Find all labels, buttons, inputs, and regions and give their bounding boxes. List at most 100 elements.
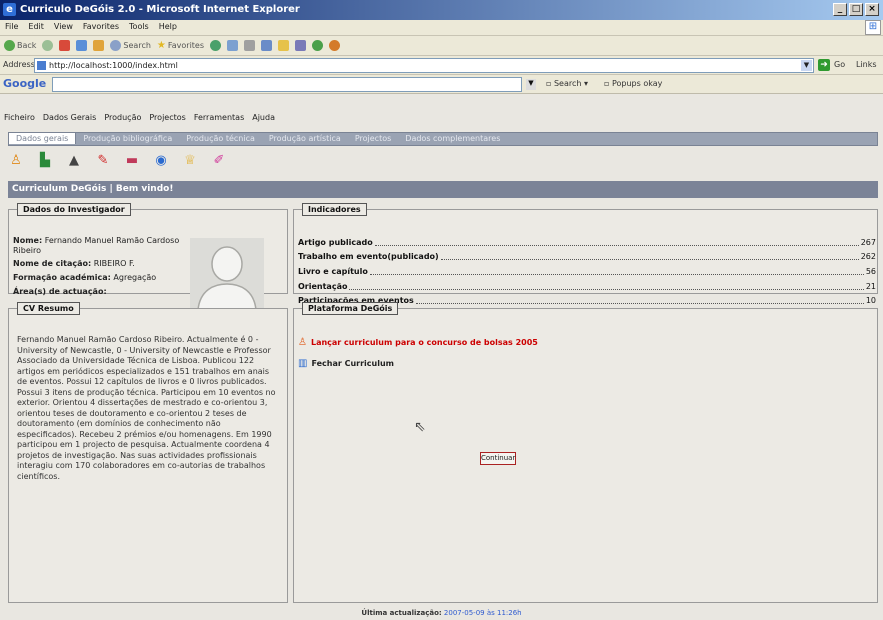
- close-icon[interactable]: ×: [865, 3, 879, 16]
- graduation-icon[interactable]: ▲: [66, 153, 82, 169]
- menu-view[interactable]: View: [49, 20, 78, 33]
- app-menu-projectos[interactable]: Projectos: [145, 111, 189, 124]
- discuss-icon: [295, 40, 307, 51]
- section-tabs: Dados gerais Produção bibliográfica Produç…: [8, 132, 878, 146]
- favorites-button[interactable]: ★ Favorites: [157, 40, 204, 51]
- minimize-icon[interactable]: _: [833, 3, 847, 16]
- go-arrow-icon[interactable]: ➜: [818, 59, 830, 71]
- cv-summary-text: Fernando Manuel Ramão Cardoso Ribeiro. A…: [17, 335, 276, 481]
- chevron-down-icon[interactable]: ▼: [801, 60, 812, 71]
- chevron-down-icon[interactable]: ▼: [526, 79, 536, 90]
- page-icon: [37, 61, 46, 70]
- refresh-icon: [76, 40, 88, 51]
- award-icon[interactable]: ♕: [182, 153, 198, 169]
- researcher-legend: Dados do Investigador: [17, 203, 131, 216]
- app-menu-ficheiro[interactable]: Ficheiro: [0, 111, 39, 124]
- refresh-button[interactable]: [76, 40, 88, 51]
- browser-toolbar: Back Search ★ Favorites: [0, 36, 883, 56]
- star-icon: ★: [156, 40, 166, 51]
- back-arrow-icon: [4, 40, 15, 51]
- google-logo[interactable]: Google: [3, 77, 46, 90]
- mail-icon: [227, 40, 239, 51]
- indicators-legend: Indicadores: [302, 203, 367, 216]
- app-menu-ajuda[interactable]: Ajuda: [248, 111, 279, 124]
- tab-producao-tecnica[interactable]: Produção técnica: [179, 133, 262, 144]
- popup-blocker-button[interactable]: ▫ Popups okay: [604, 79, 662, 88]
- researcher-name: Nome: Fernando Manuel Ramão Cardoso Ribe…: [13, 236, 180, 255]
- forward-button[interactable]: [42, 40, 54, 51]
- tab-dados-complementares[interactable]: Dados complementares: [398, 133, 507, 144]
- address-url: http://localhost:1000/index.html: [49, 61, 178, 70]
- ie-logo-icon: e: [3, 3, 16, 16]
- folder-icon: [278, 40, 290, 51]
- quick-icons: ♙ ▙ ▲ ✎ ▬ ◉ ♕ ✐: [8, 150, 227, 172]
- indicator-row[interactable]: Livro e capítulo 56: [298, 267, 876, 277]
- mail-button[interactable]: [227, 40, 239, 51]
- menu-favorites[interactable]: Favorites: [78, 20, 124, 33]
- home-icon: [93, 40, 105, 51]
- messenger-icon: [312, 40, 324, 51]
- person-icon[interactable]: ♙: [8, 153, 24, 169]
- print-button[interactable]: [244, 40, 256, 51]
- windows-logo-icon: ⊞: [865, 20, 881, 35]
- go-button[interactable]: Go: [834, 60, 845, 69]
- stop-button[interactable]: [59, 40, 71, 51]
- window-title: Curriculo DeGóis 2.0 - Microsoft Interne…: [20, 4, 300, 15]
- continue-button[interactable]: Continuar: [480, 452, 516, 465]
- brush-icon[interactable]: ✐: [211, 153, 227, 169]
- menu-file[interactable]: File: [0, 20, 23, 33]
- indicator-row[interactable]: Orientação 21: [298, 282, 876, 292]
- print-icon: [244, 40, 256, 51]
- forward-arrow-icon: [42, 40, 54, 51]
- back-button[interactable]: Back: [4, 40, 36, 51]
- person-icon: ♙: [298, 337, 307, 348]
- research-icon: [329, 40, 341, 51]
- tab-projectos[interactable]: Projectos: [348, 133, 398, 144]
- close-curriculum-link[interactable]: ▥ Fechar Curriculum: [298, 358, 394, 369]
- indicator-row[interactable]: Artigo publicado 267: [298, 238, 876, 248]
- address-input[interactable]: http://localhost:1000/index.html ▼: [34, 58, 814, 73]
- indicator-row[interactable]: Trabalho em evento(publicado) 262: [298, 252, 876, 262]
- last-update-label: Última actualização:: [361, 609, 442, 617]
- mouse-pointer-icon: ⇖: [414, 419, 426, 435]
- search-button[interactable]: Search: [110, 40, 151, 51]
- app-menu-ferramentas[interactable]: Ferramentas: [190, 111, 248, 124]
- history-button[interactable]: [210, 40, 222, 51]
- home-button[interactable]: [93, 40, 105, 51]
- app-menu-dados-gerais[interactable]: Dados Gerais: [39, 111, 100, 124]
- edit-icon: [261, 40, 273, 51]
- search-icon: [110, 40, 122, 51]
- globe-icon[interactable]: ◉: [153, 153, 169, 169]
- browser-menubar: File Edit View Favorites Tools Help ⊞: [0, 20, 883, 36]
- launch-curriculum-link[interactable]: ♙ Lançar curriculum para o concurso de b…: [298, 337, 538, 348]
- building-icon[interactable]: ▙: [37, 153, 53, 169]
- welcome-banner: Curriculum DeGóis | Bem vindo!: [8, 181, 878, 198]
- menu-tools[interactable]: Tools: [124, 20, 154, 33]
- edit-button[interactable]: [261, 40, 273, 51]
- cv-summary-panel: CV Resumo Fernando Manuel Ramão Cardoso …: [8, 302, 288, 603]
- folder-button[interactable]: [278, 40, 290, 51]
- messenger-button[interactable]: [312, 40, 324, 51]
- tab-dados-gerais[interactable]: Dados gerais: [9, 133, 77, 144]
- google-search-button[interactable]: ▫ Search ▾: [546, 79, 588, 88]
- flag-icon[interactable]: ▬: [124, 153, 140, 169]
- researcher-area: Área(s) de actuação:: [13, 287, 107, 296]
- discuss-button[interactable]: [295, 40, 307, 51]
- tab-producao-artistica[interactable]: Produção artística: [262, 133, 348, 144]
- avatar: [190, 238, 264, 312]
- last-update-date: 2007-05-09 às 11:26h: [443, 609, 522, 617]
- maximize-icon[interactable]: □: [849, 3, 863, 16]
- menu-edit[interactable]: Edit: [23, 20, 49, 33]
- menu-help[interactable]: Help: [154, 20, 182, 33]
- indicators-panel: Indicadores Artigo publicado 267 Trabalho…: [293, 203, 878, 305]
- app-menu-producao[interactable]: Produção: [100, 111, 145, 124]
- platform-panel: Plataforma DeGóis ♙ Lançar curriculum pa…: [293, 302, 878, 603]
- research-button[interactable]: [329, 40, 341, 51]
- google-toolbar: Google ▼ ▫ Search ▾ ▫ Popups okay: [0, 75, 883, 94]
- researcher-panel: Dados do Investigador Nome: Fernando Man…: [8, 203, 288, 312]
- google-search-input[interactable]: [52, 77, 522, 92]
- window-titlebar: e Curriculo DeGóis 2.0 - Microsoft Inter…: [0, 0, 883, 20]
- tab-producao-bibliografica[interactable]: Produção bibliográfica: [76, 133, 179, 144]
- pencil-icon[interactable]: ✎: [95, 153, 111, 169]
- links-button[interactable]: Links: [856, 60, 877, 69]
